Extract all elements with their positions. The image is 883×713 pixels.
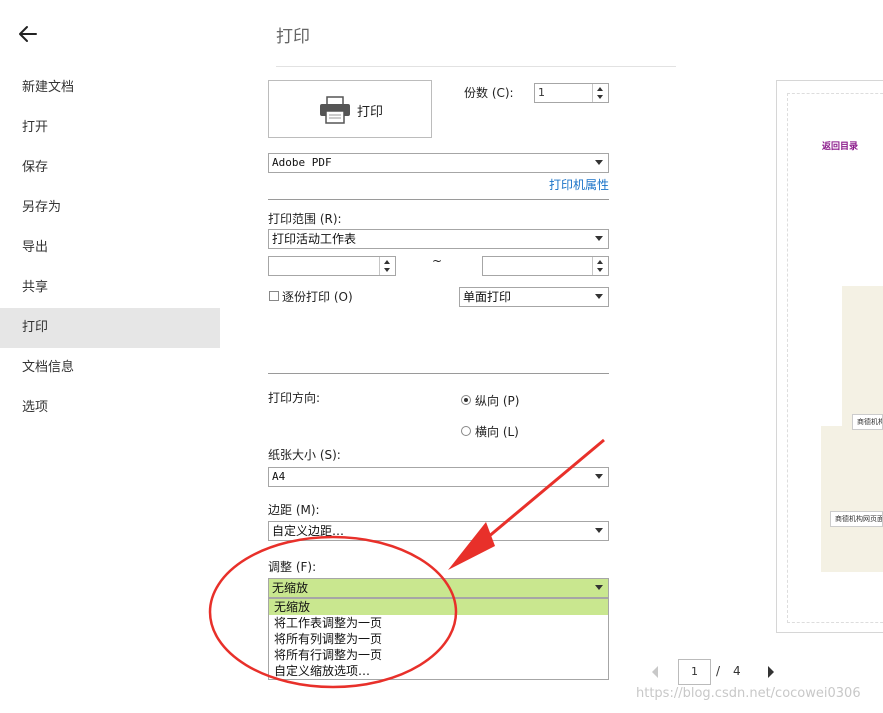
annotation-circle — [208, 535, 458, 689]
annotation-arrow-head — [448, 522, 495, 570]
watermark: https://blog.csdn.net/cocowei0306 — [636, 686, 861, 701]
annotation-overlay — [208, 438, 605, 689]
